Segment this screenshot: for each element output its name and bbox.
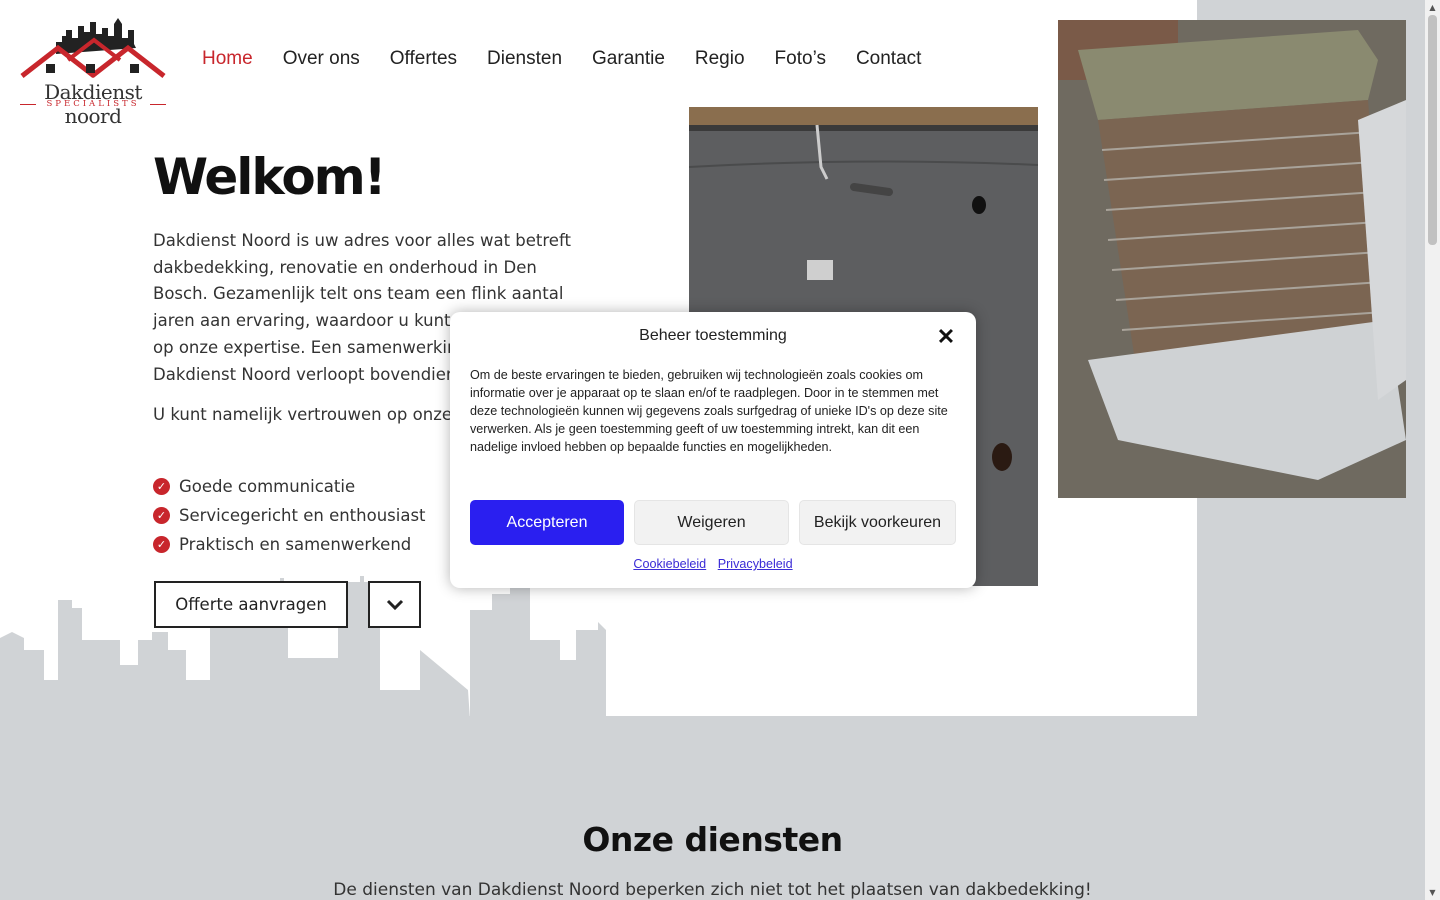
list-item-label: Servicegericht en enthousiast [179, 506, 426, 525]
scroll-up-arrow-icon[interactable]: ▲ [1425, 0, 1440, 15]
close-icon[interactable]: ✕ [936, 326, 956, 348]
scrollbar-thumb[interactable] [1428, 15, 1437, 245]
services-title: Onze diensten [582, 820, 843, 859]
view-preferences-button[interactable]: Bekijk voorkeuren [799, 500, 956, 545]
offerte-aanvragen-button[interactable]: Offerte aanvragen [154, 581, 348, 628]
list-item: ✓ Servicegericht en enthousiast [153, 501, 426, 530]
cookie-dialog-title: Beheer toestemming [639, 327, 787, 344]
check-circle-icon: ✓ [153, 507, 170, 524]
pillars-list: ✓ Goede communicatie ✓ Servicegericht en e… [153, 472, 426, 559]
deny-button[interactable]: Weigeren [634, 500, 789, 545]
list-item: ✓ Goede communicatie [153, 472, 426, 501]
nav-item-offertes[interactable]: Offertes [390, 48, 457, 70]
privacy-policy-link[interactable]: Privacybeleid [718, 557, 793, 571]
nav-item-fotos[interactable]: Foto’s [775, 48, 826, 70]
chimney-photo [1058, 20, 1406, 498]
accept-button[interactable]: Accepteren [470, 500, 624, 545]
scroll-down-arrow-icon[interactable]: ▼ [1425, 885, 1440, 900]
nav-item-contact[interactable]: Contact [856, 48, 921, 70]
cookie-dialog-links: Cookiebeleid Privacybeleid [450, 557, 976, 571]
cookie-dialog-text: Om de beste ervaringen te bieden, gebrui… [470, 368, 948, 454]
hero-title: Welkom! [153, 148, 387, 206]
services-subtitle: De diensten van Dakdienst Noord beperken… [333, 880, 1092, 900]
list-item-label: Goede communicatie [179, 477, 356, 496]
nav-item-garantie[interactable]: Garantie [592, 48, 665, 70]
nav-item-regio[interactable]: Regio [695, 48, 745, 70]
logo-tagline: SPECIALISTS [18, 99, 168, 109]
check-circle-icon: ✓ [153, 478, 170, 495]
grey-bottom-section [0, 716, 1425, 900]
cookie-policy-link[interactable]: Cookiebeleid [633, 557, 706, 571]
list-item: ✓ Praktisch en samenwerkend [153, 530, 426, 559]
vertical-scrollbar[interactable]: ▲ ▼ [1425, 0, 1440, 900]
chevron-down-icon [386, 599, 403, 610]
page: Dakdienst noord SPECIALISTS Home Over on… [0, 0, 1425, 900]
scroll-down-button[interactable] [368, 581, 421, 628]
list-item-label: Praktisch en samenwerkend [179, 535, 412, 554]
nav-item-home[interactable]: Home [202, 48, 253, 70]
main-nav: Home Over ons Offertes Diensten Garantie… [202, 48, 951, 70]
nav-item-diensten[interactable]: Diensten [487, 48, 562, 70]
cookie-consent-dialog: Beheer toestemming ✕ Om de beste ervarin… [450, 312, 976, 588]
check-circle-icon: ✓ [153, 536, 170, 553]
nav-item-over-ons[interactable]: Over ons [283, 48, 360, 70]
